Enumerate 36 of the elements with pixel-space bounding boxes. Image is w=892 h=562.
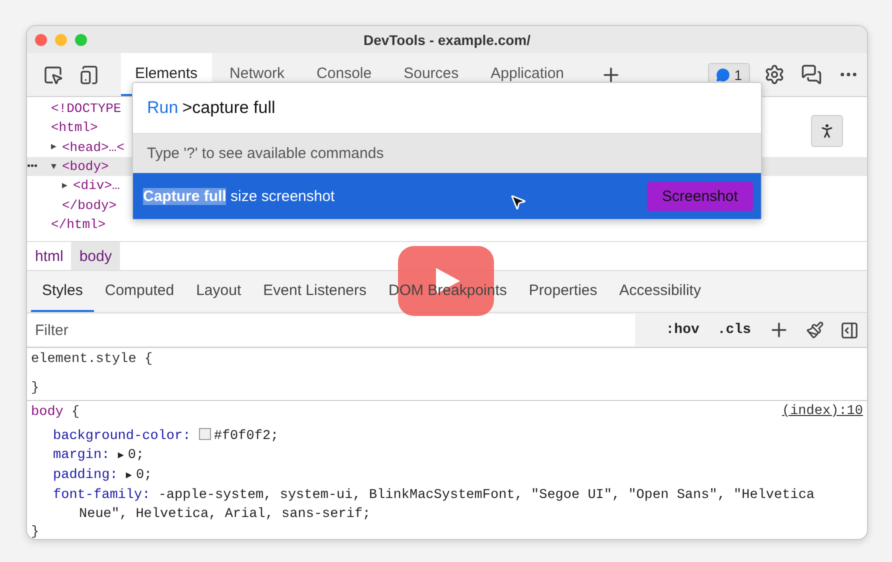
- window-title: DevTools - example.com/: [363, 32, 530, 48]
- command-hint: Type '?' to see available commands: [133, 134, 761, 173]
- css-declaration: background-color: #f0f0f2;: [52, 427, 279, 446]
- toggle-button[interactable]: :hov: [656, 322, 708, 338]
- source-link[interactable]: (index):10: [782, 404, 863, 423]
- chat-bubble-icon: [716, 68, 730, 82]
- dom-node[interactable]: <div>…: [73, 178, 120, 194]
- closing-brace: }: [31, 380, 40, 398]
- breadcrumb[interactable]: html: [27, 242, 72, 270]
- closing-tag: </html>: [51, 216, 106, 232]
- css-declaration: padding: ▶ 0;: [52, 467, 152, 485]
- sidebar-tab[interactable]: Properties: [518, 271, 608, 312]
- breadcrumb[interactable]: body: [71, 242, 120, 270]
- cursor-icon: [509, 193, 527, 211]
- toggle-button[interactable]: .cls: [708, 322, 760, 338]
- dom-node[interactable]: <!DOCTYPE: [51, 101, 122, 116]
- dom-node[interactable]: <head>…<: [62, 140, 124, 155]
- toggle-triangle-icon[interactable]: ▶: [62, 180, 68, 191]
- accessibility-button[interactable]: [811, 115, 843, 147]
- dom-node[interactable]: <html>: [51, 120, 98, 136]
- sidebar-tab[interactable]: Computed: [94, 271, 186, 312]
- selector: body {: [31, 404, 80, 422]
- closing-tag: </body>: [62, 198, 117, 213]
- dom-node[interactable]: <body>: [62, 159, 109, 174]
- toggle-triangle-icon[interactable]: ▶: [51, 142, 56, 152]
- ellipsis-icon: •••: [27, 161, 38, 172]
- toggle-triangle-icon[interactable]: ▼: [51, 162, 56, 172]
- sidebar-tab[interactable]: Layout: [185, 271, 252, 312]
- sidebar-tab[interactable]: Event Listeners: [252, 271, 378, 312]
- selector: element.style {: [31, 351, 153, 369]
- sidebar-tab[interactable]: Accessibility: [608, 271, 712, 312]
- css-declaration: margin: ▶ 0;: [52, 447, 144, 465]
- css-declaration: font-family: -apple-system, system-ui, BlinkMacSystemFont, "Segoe UI", "Open Sans", "Helvetica Neue", Helvetica, Arial, sans-serif;: [52, 487, 816, 524]
- command-item[interactable]: Capture full size screenshot Screenshot: [133, 173, 761, 219]
- closing-brace: }: [31, 524, 40, 539]
- filter-field[interactable]: Filter: [27, 314, 635, 346]
